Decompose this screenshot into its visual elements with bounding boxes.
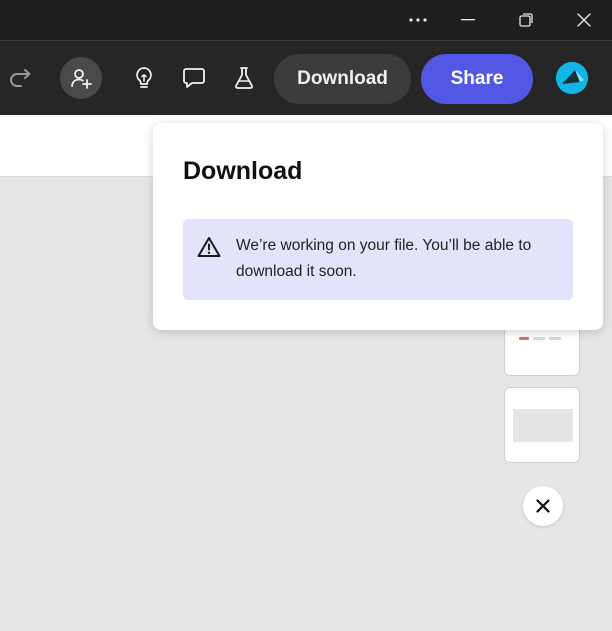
warning-icon (197, 237, 221, 257)
flask-icon (235, 67, 253, 89)
toolbar: Download Share (0, 40, 612, 115)
window-close-button[interactable] (557, 0, 611, 40)
thumbnail-preview (519, 337, 561, 340)
share-button[interactable]: Share (421, 54, 533, 104)
comments-button[interactable] (173, 57, 215, 99)
lightbulb-icon (136, 67, 152, 88)
invite-button[interactable] (60, 57, 102, 99)
close-icon (536, 499, 550, 513)
processing-notice: We’re working on your file. You’ll be ab… (183, 219, 573, 300)
download-button[interactable]: Download (274, 54, 411, 104)
restore-icon (519, 13, 533, 27)
thumbnail-preview (513, 409, 573, 442)
more-options-button[interactable] (391, 0, 445, 40)
notice-text: We’re working on your file. You’ll be ab… (236, 237, 532, 280)
redo-button[interactable] (0, 57, 42, 99)
close-icon (577, 13, 591, 27)
page-thumbnail[interactable] (504, 387, 580, 463)
minimize-icon (461, 19, 475, 21)
close-panel-button[interactable] (523, 486, 563, 526)
avatar[interactable] (556, 62, 588, 94)
comment-icon (183, 68, 205, 88)
download-popover: Download We’re working on your file. You… (153, 123, 603, 330)
title-bar (0, 0, 612, 40)
popover-title: Download (183, 157, 303, 185)
ideas-button[interactable] (123, 57, 165, 99)
restore-button[interactable] (499, 0, 553, 40)
avatar-image (556, 62, 588, 94)
labs-button[interactable] (223, 57, 265, 99)
app-window: Download Share Download We’re working on… (0, 0, 612, 631)
redo-icon (10, 69, 31, 87)
more-horizontal-icon (409, 18, 427, 22)
minimize-button[interactable] (441, 0, 495, 40)
add-user-icon (71, 69, 92, 89)
